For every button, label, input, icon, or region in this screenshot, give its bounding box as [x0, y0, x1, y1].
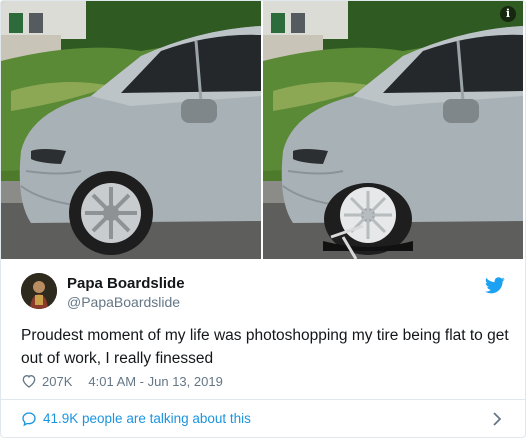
tweet-card[interactable]: i Papa Boardslide @PapaBoardslide Proude… — [0, 0, 526, 438]
car-photo-flat-tire-icon — [263, 1, 523, 259]
avatar-image — [21, 273, 57, 309]
tweet-text: Proudest moment of my life was photoshop… — [21, 327, 509, 367]
comment-icon — [22, 411, 36, 426]
tweet-media[interactable]: i — [1, 1, 525, 259]
like-count[interactable]: 207K — [42, 374, 72, 389]
car-photo-icon — [1, 1, 261, 259]
conversation-text[interactable]: 41.9K people are talking about this — [43, 411, 251, 426]
timestamp[interactable]: 4:01 AM - Jun 13, 2019 — [88, 374, 222, 389]
info-icon[interactable]: i — [500, 6, 516, 22]
tweet-meta: 207K 4:01 AM - Jun 13, 2019 — [21, 372, 223, 390]
conversation-link[interactable]: 41.9K people are talking about this — [1, 400, 525, 437]
heart-icon[interactable] — [21, 373, 37, 389]
avatar[interactable] — [21, 273, 57, 309]
chevron-right-icon[interactable] — [493, 412, 501, 426]
car-photo-right[interactable]: i — [263, 1, 523, 259]
twitter-bird-icon[interactable] — [485, 277, 505, 294]
user-handle[interactable]: @PapaBoardslide — [67, 294, 180, 310]
car-photo-left[interactable] — [1, 1, 261, 259]
display-name[interactable]: Papa Boardslide — [67, 275, 185, 292]
